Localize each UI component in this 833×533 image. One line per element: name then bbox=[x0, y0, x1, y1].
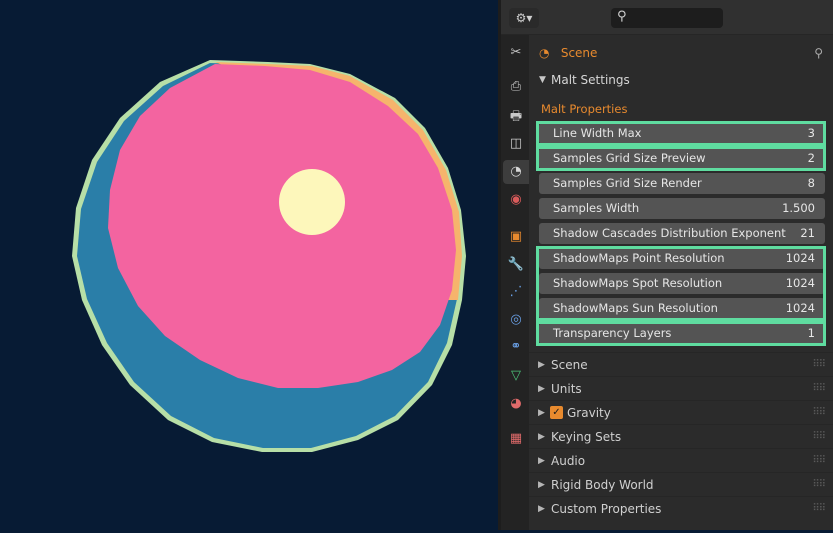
subpanel-audio[interactable]: ▶ Audio ⠿⠿ bbox=[529, 448, 833, 473]
specular-highlight bbox=[279, 169, 345, 235]
properties-content: ◔ Scene ⚲ ▼ Malt Settings Malt Propertie… bbox=[529, 35, 833, 530]
property-name: Samples Grid Size Render bbox=[553, 176, 702, 190]
subpanel-rigid-body-world[interactable]: ▶ Rigid Body World ⠿⠿ bbox=[529, 472, 833, 497]
collapse-arrow-icon: ▶ bbox=[538, 408, 545, 418]
subpanel-label: Audio bbox=[551, 454, 586, 468]
subpanel-units[interactable]: ▶ Units ⠿⠿ bbox=[529, 376, 833, 401]
subpanel-label: Scene bbox=[551, 358, 588, 372]
property-value: 8 bbox=[807, 176, 815, 190]
property-value: 21 bbox=[800, 226, 815, 240]
subpanel-label: Custom Properties bbox=[551, 502, 662, 516]
breadcrumb: ◔ Scene bbox=[539, 41, 597, 65]
data-icon[interactable]: ▽ bbox=[503, 364, 529, 388]
subpanel-gravity[interactable]: ▶ ✓ Gravity ⠿⠿ bbox=[529, 400, 833, 425]
texture-icon[interactable]: ▦ bbox=[503, 427, 529, 451]
scene-icon[interactable]: ◔ bbox=[503, 160, 529, 184]
panel-title: Malt Settings bbox=[551, 73, 630, 87]
property-value: 3 bbox=[807, 126, 815, 140]
malt-settings-header[interactable]: ▼ Malt Settings bbox=[529, 68, 833, 92]
drag-handle-icon[interactable]: ⠿⠿ bbox=[812, 449, 826, 473]
property-value: 1024 bbox=[785, 276, 815, 290]
property-field[interactable]: Samples Grid Size Render 8 bbox=[539, 173, 825, 194]
expand-arrow-icon: ▼ bbox=[539, 75, 546, 85]
properties-editor: ⚙▾ ⚲ ✂ ⎙ 🖶 ◫ ◔ ◉ ▣ 🔧 ⋰ ◎ ⚭ ▽ ◕ ▦ ◔ Scene ⚲ ▼ Malt Set… bbox=[501, 0, 833, 530]
search-field[interactable]: ⚲ bbox=[611, 8, 723, 28]
property-name: Samples Width bbox=[553, 201, 640, 215]
property-name: Shadow Cascades Distribution Exponent bbox=[553, 226, 786, 240]
property-value: 1024 bbox=[785, 301, 815, 315]
property-name: ShadowMaps Sun Resolution bbox=[553, 301, 718, 315]
properties-tabs: ✂ ⎙ 🖶 ◫ ◔ ◉ ▣ 🔧 ⋰ ◎ ⚭ ▽ ◕ ▦ bbox=[501, 35, 529, 530]
tool-icon[interactable]: ✂ bbox=[503, 41, 529, 65]
property-name: ShadowMaps Spot Resolution bbox=[553, 276, 723, 290]
subpanel-label: Gravity bbox=[567, 406, 611, 420]
property-value: 1 bbox=[807, 326, 815, 340]
subpanel-scene[interactable]: ▶ Scene ⠿⠿ bbox=[529, 352, 833, 377]
property-field[interactable]: ShadowMaps Spot Resolution 1024 bbox=[539, 273, 825, 294]
drag-handle-icon[interactable]: ⠿⠿ bbox=[812, 425, 826, 449]
property-field[interactable]: Line Width Max 3 bbox=[539, 123, 825, 144]
property-field[interactable]: Transparency Layers 1 bbox=[539, 323, 825, 344]
property-field[interactable]: Samples Width 1.500 bbox=[539, 198, 825, 219]
property-field[interactable]: ShadowMaps Sun Resolution 1024 bbox=[539, 298, 825, 319]
properties-editor-icon[interactable]: ⚙▾ bbox=[509, 8, 539, 28]
subpanel-keying-sets[interactable]: ▶ Keying Sets ⠿⠿ bbox=[529, 424, 833, 449]
output-icon[interactable]: 🖶 bbox=[503, 105, 529, 129]
collapse-arrow-icon: ▶ bbox=[538, 360, 545, 370]
subpanel-custom-properties[interactable]: ▶ Custom Properties ⠿⠿ bbox=[529, 496, 833, 521]
property-name: ShadowMaps Point Resolution bbox=[553, 251, 725, 265]
subpanel-label: Rigid Body World bbox=[551, 478, 654, 492]
drag-handle-icon[interactable]: ⠿⠿ bbox=[812, 497, 826, 521]
property-value: 1.500 bbox=[782, 201, 815, 215]
property-name: Transparency Layers bbox=[553, 326, 672, 340]
collapse-arrow-icon: ▶ bbox=[538, 456, 545, 466]
property-name: Samples Grid Size Preview bbox=[553, 151, 706, 165]
drag-handle-icon[interactable]: ⠿⠿ bbox=[812, 473, 826, 497]
modifier-icon[interactable]: 🔧 bbox=[503, 253, 529, 277]
collapse-arrow-icon: ▶ bbox=[538, 504, 545, 514]
property-field[interactable]: ShadowMaps Point Resolution 1024 bbox=[539, 248, 825, 269]
object-icon[interactable]: ▣ bbox=[503, 225, 529, 249]
subpanel-label: Keying Sets bbox=[551, 430, 622, 444]
drag-handle-icon[interactable]: ⠿⠿ bbox=[812, 353, 826, 377]
search-icon: ⚲ bbox=[617, 9, 627, 24]
pin-icon[interactable]: ⚲ bbox=[814, 41, 823, 65]
collapse-arrow-icon: ▶ bbox=[538, 432, 545, 442]
property-field[interactable]: Shadow Cascades Distribution Exponent 21 bbox=[539, 223, 825, 244]
property-field[interactable]: Samples Grid Size Preview 2 bbox=[539, 148, 825, 169]
property-name: Line Width Max bbox=[553, 126, 642, 140]
3d-viewport[interactable] bbox=[0, 0, 498, 530]
collapse-arrow-icon: ▶ bbox=[538, 384, 545, 394]
property-value: 2 bbox=[807, 151, 815, 165]
material-icon[interactable]: ◕ bbox=[503, 392, 529, 416]
view-layer-icon[interactable]: ◫ bbox=[503, 132, 529, 156]
gravity-checkbox[interactable]: ✓ bbox=[550, 406, 563, 419]
viewport-canvas bbox=[72, 60, 466, 452]
constraints-icon[interactable]: ⚭ bbox=[503, 335, 529, 359]
drag-handle-icon[interactable]: ⠿⠿ bbox=[812, 377, 826, 401]
collapse-arrow-icon: ▶ bbox=[538, 480, 545, 490]
physics-icon[interactable]: ◎ bbox=[503, 308, 529, 332]
render-icon[interactable]: ⎙ bbox=[503, 75, 529, 99]
breadcrumb-label: Scene bbox=[560, 46, 598, 60]
particles-icon[interactable]: ⋰ bbox=[503, 280, 529, 304]
subpanel-label: Units bbox=[551, 382, 582, 396]
group-label: Malt Properties bbox=[541, 102, 628, 116]
scene-icon: ◔ bbox=[539, 46, 550, 60]
properties-header: ⚙▾ ⚲ bbox=[501, 0, 833, 35]
drag-handle-icon[interactable]: ⠿⠿ bbox=[812, 401, 826, 425]
property-value: 1024 bbox=[785, 251, 815, 265]
world-icon[interactable]: ◉ bbox=[503, 188, 529, 212]
